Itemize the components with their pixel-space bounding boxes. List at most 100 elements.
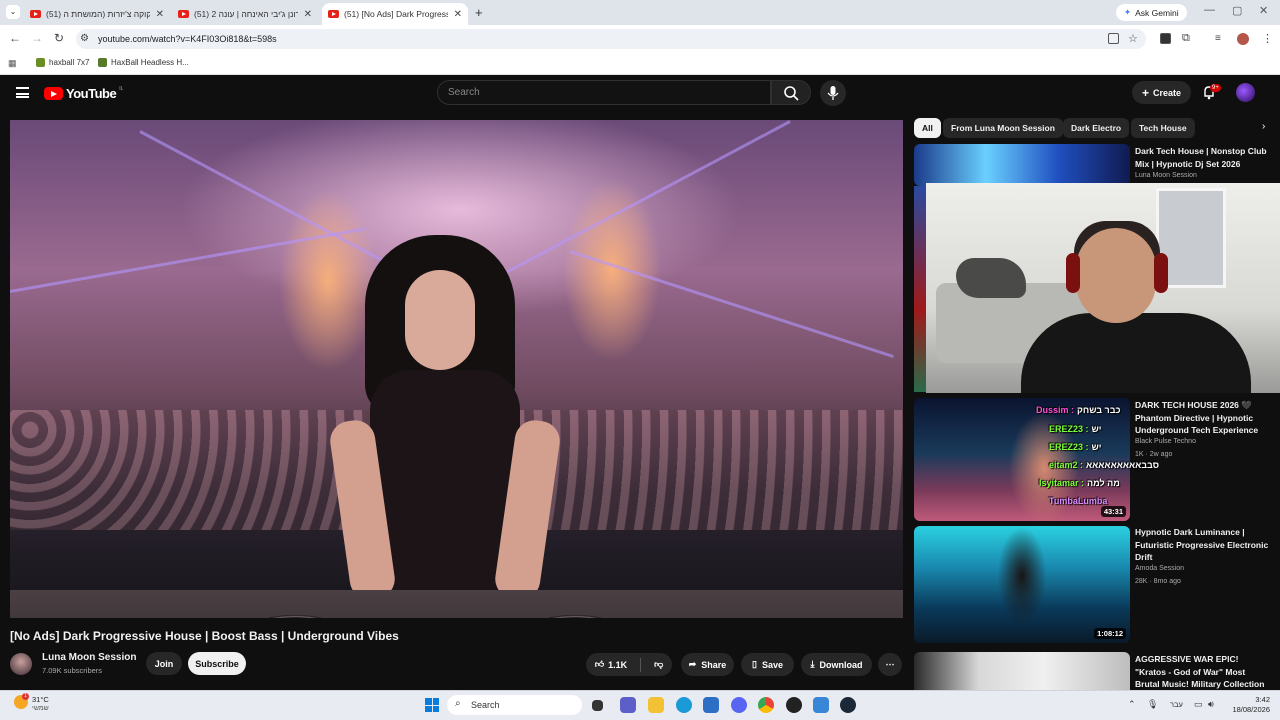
clock-time[interactable]: 3:42: [1225, 695, 1270, 704]
weather-badge: 1: [22, 693, 29, 700]
chat-user: EREZ23 :: [1049, 442, 1089, 452]
download-icon: ⤓: [810, 659, 815, 669]
chips-next-icon[interactable]: ›: [1262, 121, 1265, 132]
teams-icon[interactable]: [620, 697, 636, 713]
webcam-overlay: [926, 183, 1280, 393]
dislike-button[interactable]: 👎︎: [654, 659, 663, 670]
new-tab-button[interactable]: +: [475, 5, 483, 20]
youtube-logo[interactable]: YouTube IL: [44, 86, 123, 101]
tab-3-active[interactable]: (51) [No Ads] Dark Progressi ✕: [322, 3, 468, 25]
recommendation-meta: 28K · 8mo ago: [1135, 578, 1181, 585]
youtube-favicon-icon: [328, 10, 339, 18]
url-text[interactable]: youtube.com/watch?v=K4FI03Oi818&t=598s: [98, 34, 277, 44]
bookmark-haxball[interactable]: haxball 7x7: [36, 58, 89, 67]
discord-icon[interactable]: [731, 697, 747, 713]
cast-icon[interactable]: [1108, 33, 1119, 44]
more-actions-button[interactable]: ⋯: [878, 653, 902, 676]
language-indicator[interactable]: עבר: [1170, 700, 1183, 709]
join-button[interactable]: Join: [146, 652, 182, 675]
network-icon[interactable]: ▭: [1194, 699, 1203, 710]
account-avatar[interactable]: [1236, 83, 1255, 102]
tab-2[interactable]: (51) רונן ג'יבי האינחה | עונה 2 ✕: [172, 3, 318, 25]
menu-icon[interactable]: [16, 87, 29, 98]
app-icon[interactable]: [786, 697, 802, 713]
mic-tray-icon[interactable]: 🎙︎: [1147, 699, 1158, 710]
recommendation-channel[interactable]: Amoda Session: [1135, 565, 1184, 572]
start-button[interactable]: [425, 698, 439, 712]
chat-user: EREZ23 :: [1049, 424, 1089, 434]
channel-avatar[interactable]: [10, 653, 32, 675]
media-control-icon[interactable]: ≡: [1215, 33, 1221, 44]
video-player[interactable]: [10, 120, 903, 618]
recommendation-thumbnail[interactable]: [914, 652, 1130, 690]
back-icon[interactable]: ←: [9, 31, 21, 45]
maximize-icon[interactable]: ▢: [1232, 4, 1242, 17]
chat-message: EREZ23 : יש: [1049, 442, 1101, 452]
download-button[interactable]: ⤓ Download: [801, 653, 872, 676]
recommendation-thumbnail[interactable]: 1:08:12: [914, 526, 1130, 643]
close-tab-icon[interactable]: ✕: [304, 9, 312, 20]
clock-date[interactable]: 18/08/2026: [1215, 705, 1270, 714]
divider: [640, 657, 642, 672]
extensions-puzzle-icon[interactable]: ⧉: [1182, 32, 1190, 45]
steam-icon[interactable]: [840, 697, 856, 713]
voice-search-button[interactable]: [820, 80, 846, 106]
search-icon: ⌕: [455, 698, 461, 709]
close-window-icon[interactable]: ✕: [1259, 4, 1268, 17]
turntable-platter: [250, 615, 340, 618]
channel-name[interactable]: Luna Moon Session: [42, 652, 136, 663]
volume-icon[interactable]: 🔊︎: [1208, 699, 1214, 710]
close-tab-icon[interactable]: ✕: [454, 9, 462, 20]
tray-overflow-icon[interactable]: ⌃: [1128, 699, 1136, 710]
chip-dark-electro[interactable]: Dark Electro: [1063, 118, 1130, 138]
edge-icon[interactable]: [676, 697, 692, 713]
chrome-icon[interactable]: [758, 697, 774, 713]
recommendation-title[interactable]: AGGRESSIVE WAR EPIC! "Kratos - God of Wa…: [1135, 653, 1270, 690]
chip-tech-house[interactable]: Tech House: [1131, 118, 1195, 138]
webcam-person-body: [1021, 313, 1251, 393]
file-explorer-icon[interactable]: [648, 697, 664, 713]
weather-temperature[interactable]: 31°C: [32, 695, 49, 704]
tab-1[interactable]: (51) הקוקה צ'יזרות (המושחת ה ✕: [24, 3, 170, 25]
recommendation-channel[interactable]: Black Pulse Techno: [1135, 438, 1196, 445]
apps-grid-icon[interactable]: ▦: [8, 58, 17, 69]
webcam-person-head: [1076, 228, 1156, 323]
search-button[interactable]: [771, 80, 811, 105]
browser-menu-icon[interactable]: ⋮: [1262, 32, 1273, 45]
profile-avatar[interactable]: [1237, 33, 1249, 45]
tab-search-icon[interactable]: ⌄: [6, 5, 20, 19]
more-icon: ⋯: [885, 659, 895, 669]
recommendation-thumbnail[interactable]: [914, 144, 1130, 186]
subscribe-button[interactable]: Subscribe: [188, 652, 246, 675]
search-input[interactable]: Search: [437, 80, 771, 105]
reload-icon[interactable]: ↻: [54, 31, 64, 45]
create-button[interactable]: + Create: [1132, 81, 1191, 104]
forward-icon[interactable]: →: [31, 31, 43, 45]
recommendation-thumbnail-partial[interactable]: [914, 186, 926, 392]
laser-beam: [10, 227, 365, 293]
recommendation-channel[interactable]: Luna Moon Session: [1135, 172, 1197, 179]
chat-text: מה למה: [1087, 478, 1120, 488]
dj-face: [405, 270, 475, 370]
recommendation-title[interactable]: Dark Tech House | Nonstop Club Mix | Hyp…: [1135, 145, 1270, 170]
windows-logo-icon: [425, 698, 432, 705]
close-tab-icon[interactable]: ✕: [156, 9, 164, 20]
share-button[interactable]: ➦ Share: [681, 653, 734, 676]
task-view-icon[interactable]: [592, 700, 603, 711]
chip-from-channel[interactable]: From Luna Moon Session: [943, 118, 1063, 138]
app-icon[interactable]: [813, 697, 829, 713]
chip-all[interactable]: All: [914, 118, 941, 138]
bookmark-star-icon[interactable]: ☆: [1128, 32, 1138, 45]
save-button[interactable]: ▯ Save: [741, 653, 794, 676]
store-icon[interactable]: [703, 697, 719, 713]
like-button[interactable]: 👍︎ 1.1K: [595, 659, 627, 670]
site-info-icon[interactable]: ⚙: [80, 33, 89, 44]
recommendation-title[interactable]: DARK TECH HOUSE 2026 🖤 Phantom Directive…: [1135, 399, 1270, 437]
ask-gemini-button[interactable]: ✦ Ask Gemini: [1116, 4, 1187, 21]
extension-icon[interactable]: [1160, 33, 1171, 44]
taskbar-search[interactable]: ⌕ Search: [447, 695, 582, 715]
share-icon: ➦: [688, 659, 697, 669]
minimize-icon[interactable]: —: [1204, 4, 1215, 16]
bookmark-haxball-headless[interactable]: HaxBall Headless H...: [98, 58, 189, 67]
recommendation-title[interactable]: Hypnotic Dark Luminance | Futuristic Pro…: [1135, 526, 1270, 564]
